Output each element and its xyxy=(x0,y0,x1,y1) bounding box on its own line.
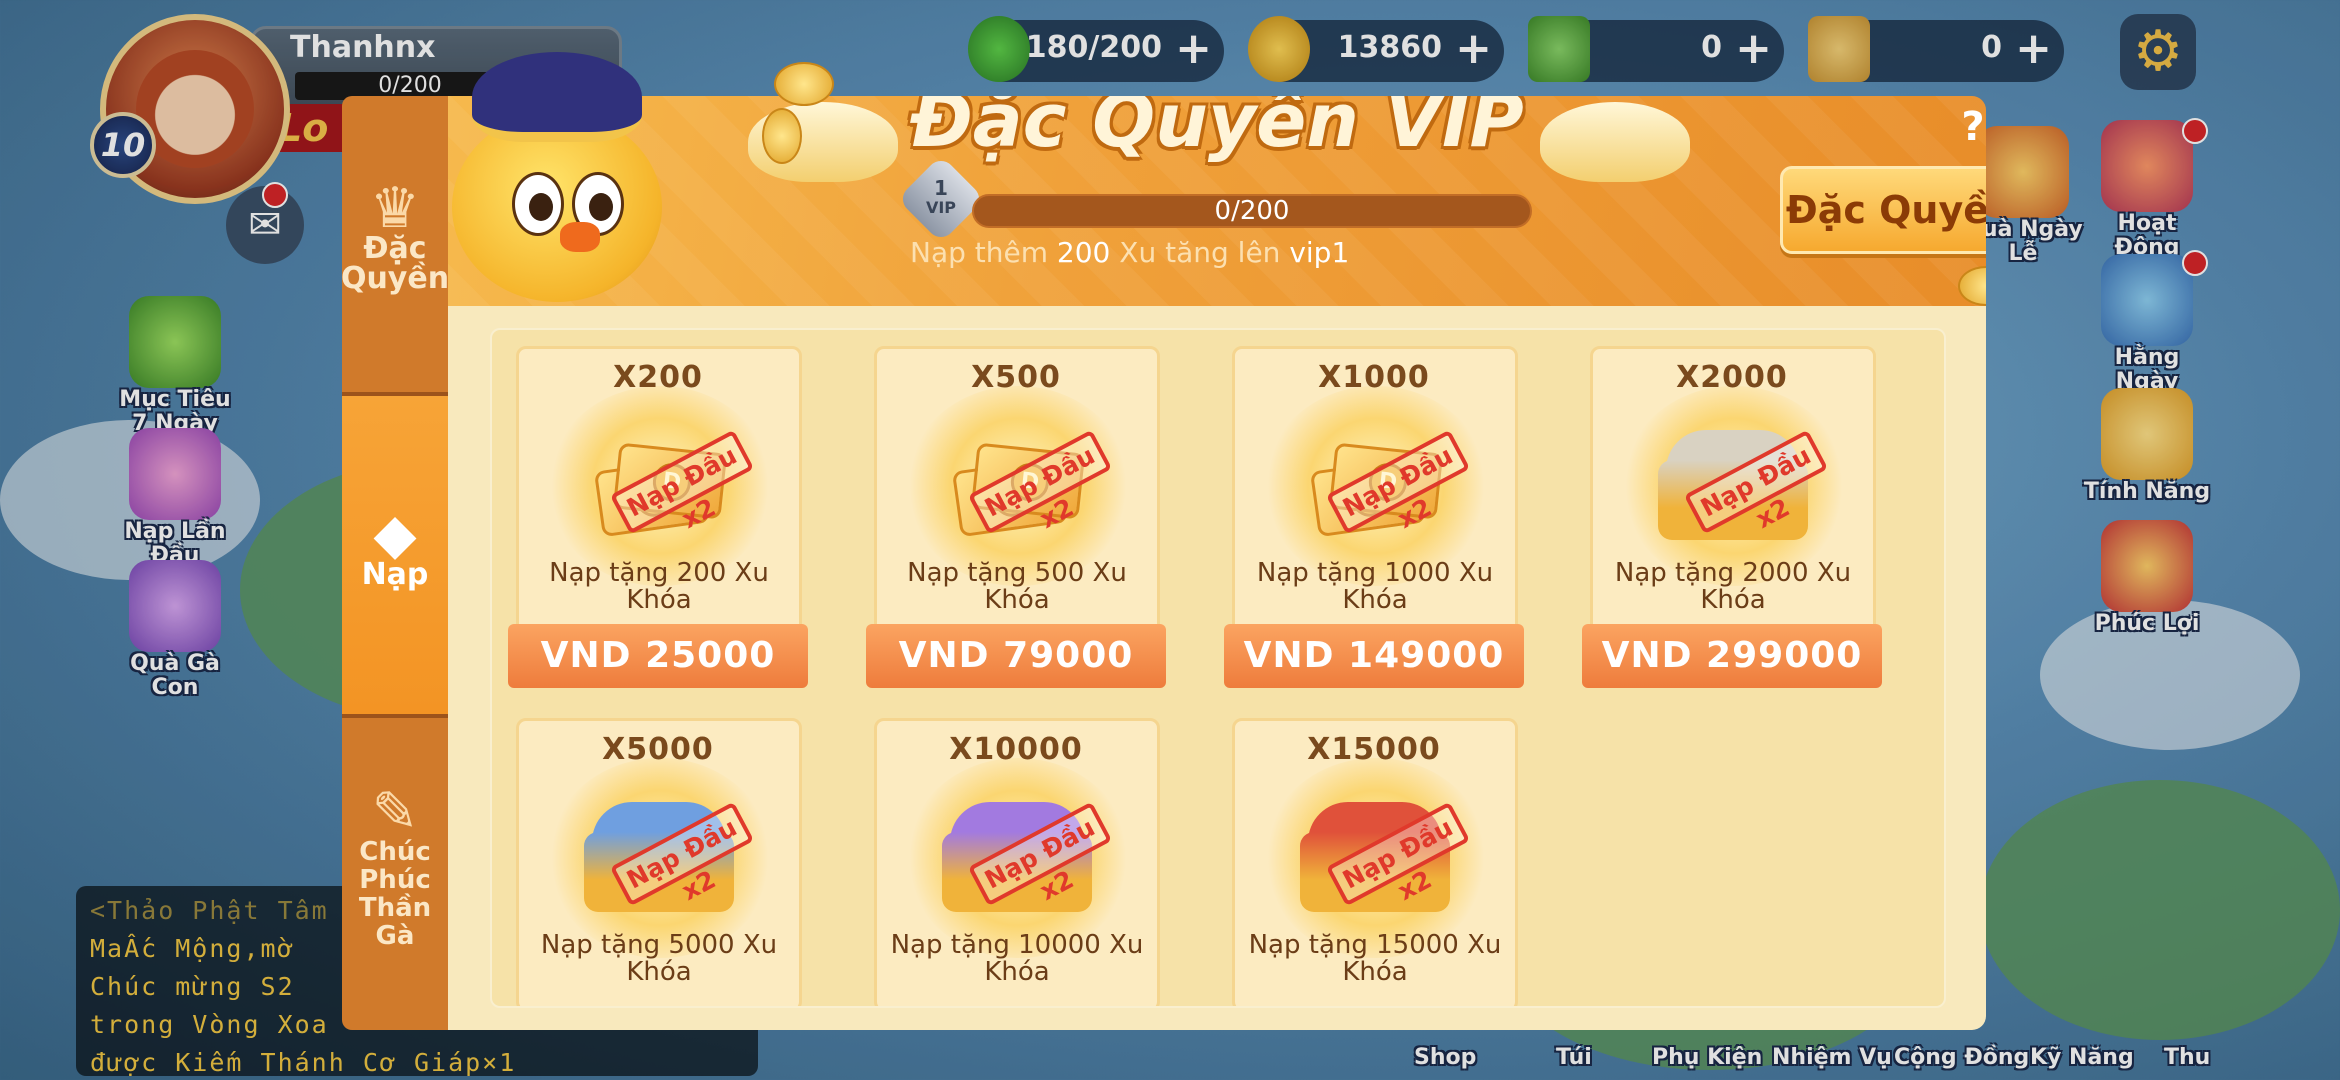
vip-note-amount: 200 xyxy=(1056,236,1111,269)
vip-dialog: ♛ Đặc Quyền ◆ Nạp ✎ Chúc Phúc Thần Gà Đặ… xyxy=(342,52,1986,1030)
tab-label: Chúc Phúc Thần Gà xyxy=(358,837,432,951)
recharge-pack-card[interactable]: X15000 Nạp Đầu x2 Nạp tặng 15000 Xu Khóa xyxy=(1224,718,1524,1006)
dialog-tab-bar: ♛ Đặc Quyền ◆ Nạp ✎ Chúc Phúc Thần Gà xyxy=(342,96,448,1030)
vip-progress-text: 0/200 xyxy=(1214,196,1290,226)
vip-note-prefix: Nạp thêm xyxy=(910,236,1049,269)
recharge-pack-card[interactable]: X1000DDNạp Đầu x2Nạp tặng 1000 Xu KhóaVN… xyxy=(1224,346,1524,688)
tab-label: Đặc Quyền xyxy=(342,231,448,296)
chick-beak xyxy=(560,222,600,252)
scroll-icon: ✎ xyxy=(371,780,419,845)
vip-chick-mascot xyxy=(442,52,672,302)
pack-quantity: X2000 xyxy=(1676,360,1788,395)
dialog-header: Đặc Quyền VIP ? ✕ 1 VIP 0/200 Nạp thêm 2… xyxy=(448,96,1986,306)
recharge-pack-card[interactable]: X200DDNạp Đầu x2Nạp tặng 200 Xu KhóaVND … xyxy=(508,346,808,688)
privilege-button[interactable]: Đặc Quyền xyxy=(1780,166,1986,254)
vip-note-target: vip1 xyxy=(1289,236,1350,269)
tab-label: Nạp xyxy=(361,557,429,592)
buy-price-button[interactable]: VND 79000 xyxy=(866,624,1166,688)
help-button[interactable]: ? xyxy=(1948,102,1986,152)
gem-plus-icon: ◆ xyxy=(373,502,417,567)
vip-progress-bar: 0/200 xyxy=(972,194,1532,228)
tab-blessing[interactable]: ✎ Chúc Phúc Thần Gà xyxy=(342,718,448,1030)
recharge-pack-card[interactable]: X10000 Nạp Đầu x2 Nạp tặng 10000 Xu Khóa xyxy=(866,718,1166,1006)
coin-icon xyxy=(774,62,834,106)
pack-description: Nạp tặng 1000 Xu Khóa xyxy=(1256,558,1494,615)
pack-quantity: X10000 xyxy=(949,732,1083,767)
tab-privilege[interactable]: ♛ Đặc Quyền xyxy=(342,96,448,392)
pack-quantity: X200 xyxy=(613,360,703,395)
recharge-pack-card[interactable]: X2000 Nạp Đầu x2 Nạp tặng 2000 Xu Khóa VND … xyxy=(1582,346,1882,688)
chick-hat xyxy=(472,52,642,142)
pack-grid[interactable]: X200DDNạp Đầu x2Nạp tặng 200 Xu KhóaVND … xyxy=(490,328,1946,1008)
crown-icon: ♛ xyxy=(369,176,421,241)
pack-description: Nạp tặng 5000 Xu Khóa xyxy=(540,930,778,987)
pack-quantity: X500 xyxy=(971,360,1061,395)
vip-badge-text: 1 VIP xyxy=(910,178,972,218)
buy-price-button[interactable]: VND 149000 xyxy=(1224,624,1524,688)
coin-icon xyxy=(762,108,802,164)
buy-price-button[interactable]: VND 25000 xyxy=(508,624,808,688)
pack-description: Nạp tặng 500 Xu Khóa xyxy=(907,558,1127,615)
vip-note: Nạp thêm 200 Xu tăng lên vip1 xyxy=(910,236,1349,269)
pack-quantity: X15000 xyxy=(1307,732,1441,767)
dialog-title: Đặc Quyền VIP xyxy=(910,96,1524,164)
vip-note-mid: Xu tăng lên xyxy=(1119,236,1281,269)
pack-description: Nạp tặng 15000 Xu Khóa xyxy=(1248,930,1502,987)
recharge-pack-card[interactable]: X500DDNạp Đầu x2Nạp tặng 500 Xu KhóaVND … xyxy=(866,346,1166,688)
pack-area: X200DDNạp Đầu x2Nạp tặng 200 Xu KhóaVND … xyxy=(448,306,1986,1030)
recharge-pack-card[interactable]: X5000 Nạp Đầu x2 Nạp tặng 5000 Xu Khóa xyxy=(508,718,808,1006)
vip-badge-label: VIP xyxy=(925,198,957,217)
pack-description: Nạp tặng 200 Xu Khóa xyxy=(549,558,769,615)
vip-badge-level: 1 xyxy=(934,176,948,200)
pack-quantity: X5000 xyxy=(602,732,714,767)
buy-price-button[interactable]: VND 299000 xyxy=(1582,624,1882,688)
chick-eye xyxy=(512,172,564,236)
pack-description: Nạp tặng 10000 Xu Khóa xyxy=(890,930,1144,987)
pack-quantity: X1000 xyxy=(1318,360,1430,395)
tab-recharge[interactable]: ◆ Nạp xyxy=(342,396,448,714)
pack-description: Nạp tặng 2000 Xu Khóa xyxy=(1614,558,1852,615)
